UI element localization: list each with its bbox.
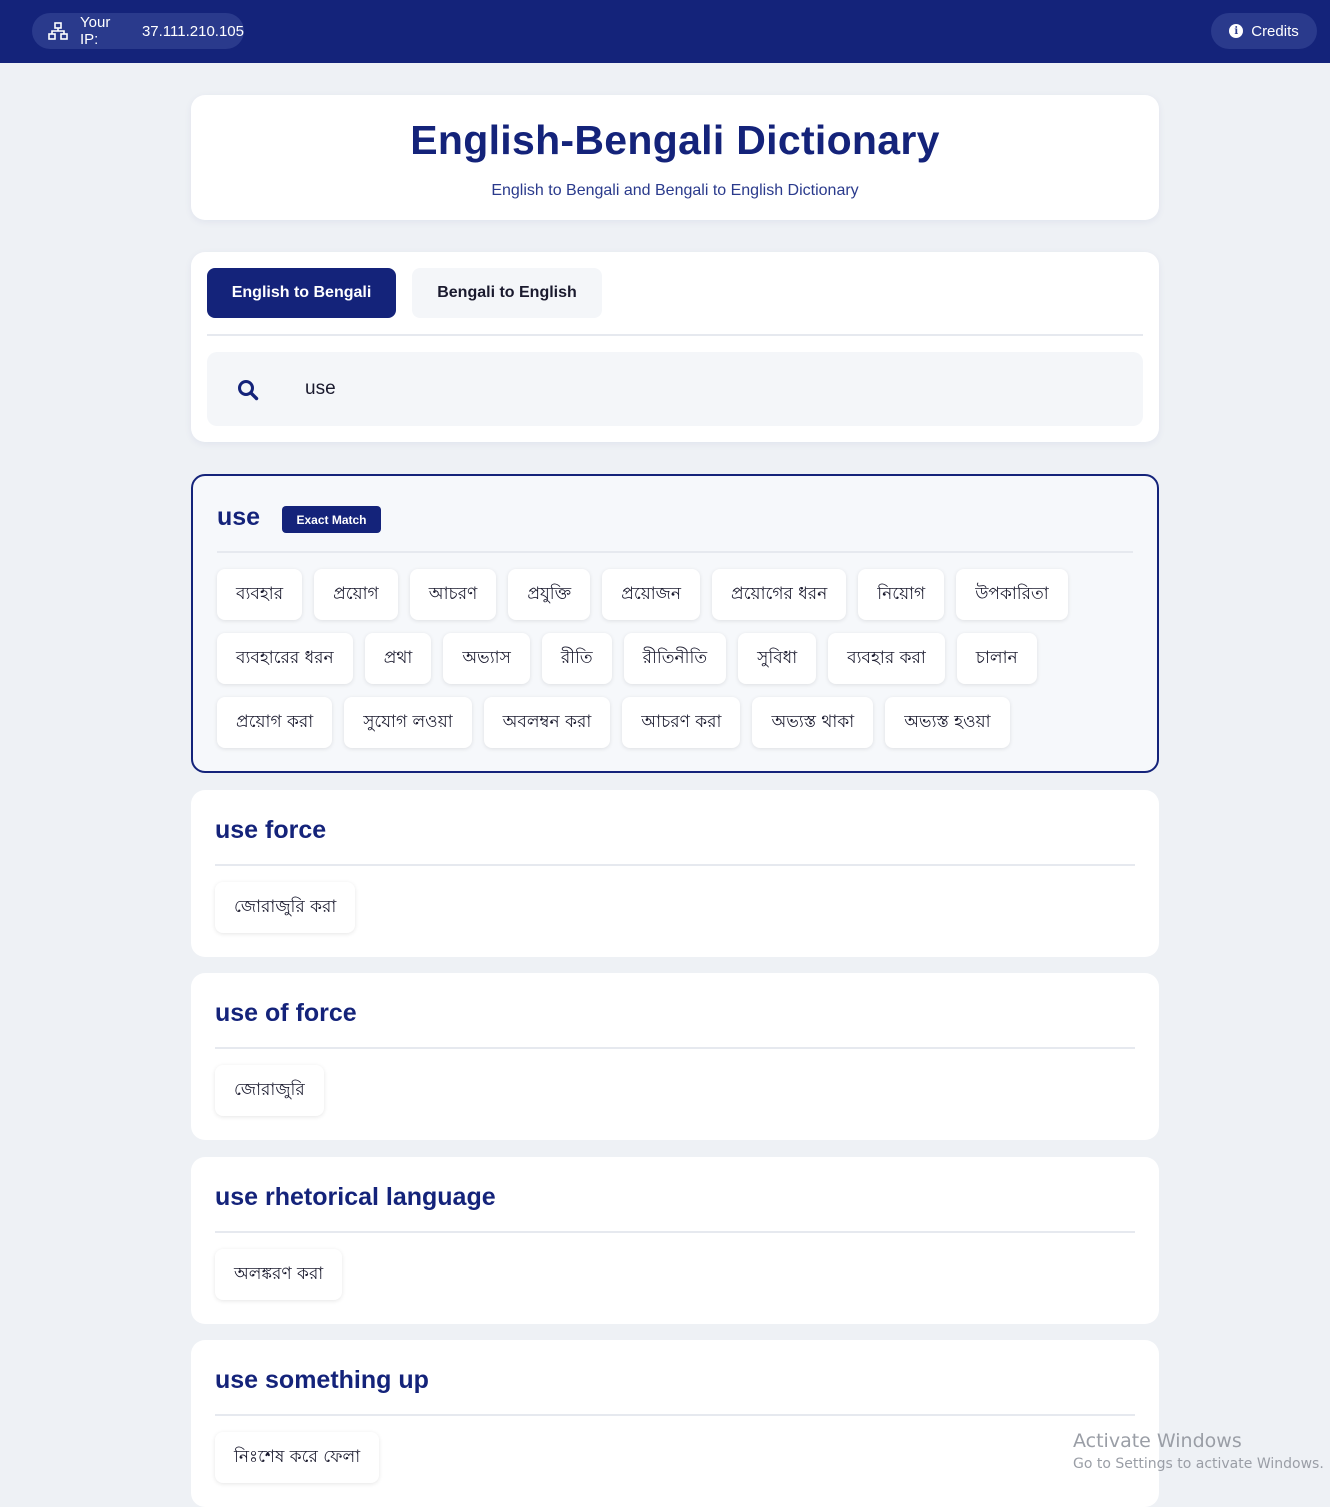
result-word: use rhetorical language (215, 1183, 496, 1211)
exact-match-result: use Exact Match ব্যবহার প্রয়োগ আচরণ প্রযুক… (191, 474, 1159, 773)
meaning-chip[interactable]: নিঃশেষ করে ফেলা (215, 1432, 380, 1483)
credits-label: Credits (1251, 22, 1299, 40)
meaning-chip[interactable]: অভ্যাস (443, 633, 530, 684)
meaning-list: জোরাজুরি করা (215, 882, 1135, 933)
meaning-chip[interactable]: সুযোগ লওয়া (344, 697, 472, 748)
ip-value: 37.111.210.105 (141, 22, 244, 40)
credits-button[interactable]: i Credits (1211, 13, 1317, 49)
tab-bengali-to-english[interactable]: Bengali to English (412, 268, 602, 318)
meaning-chip[interactable]: ব্যবহার (217, 569, 303, 620)
meaning-chip[interactable]: অভ্যস্ত হওয়া (885, 697, 1010, 748)
result-word: use force (215, 816, 327, 844)
meaning-chip[interactable]: প্রয়োগের ধরন (712, 569, 847, 620)
exact-match-badge: Exact Match (282, 506, 381, 533)
meaning-chip[interactable]: ব্যবহারের ধরন (217, 633, 353, 684)
related-result: use force জোরাজুরি করা (191, 790, 1159, 957)
meaning-list: জোরাজুরি (215, 1065, 1135, 1116)
result-word: use of force (215, 999, 357, 1027)
tab-english-to-bengali[interactable]: English to Bengali (207, 268, 396, 318)
result-word: use (217, 503, 261, 531)
meaning-chip[interactable]: সুবিধা (738, 633, 817, 684)
meaning-chip[interactable]: জোরাজুরি (215, 1065, 324, 1116)
search-icon (237, 379, 259, 401)
related-result: use rhetorical language অলঙ্করণ করা (191, 1157, 1159, 1324)
result-divider (215, 1047, 1135, 1049)
ip-label: Your IP: (80, 14, 111, 48)
meaning-chip[interactable]: অবলম্বন করা (483, 697, 611, 748)
related-result: use something up নিঃশেষ করে ফেলা (191, 1340, 1159, 1507)
search-panel: English to Bengali Bengali to English (191, 252, 1159, 442)
meaning-chip[interactable]: প্রথা (364, 633, 432, 684)
search-input[interactable] (305, 372, 1105, 406)
meaning-list: নিঃশেষ করে ফেলা (215, 1432, 1135, 1483)
meaning-chip[interactable]: চালান (956, 633, 1037, 684)
result-divider (215, 1414, 1135, 1416)
result-word: use something up (215, 1366, 429, 1394)
related-result: use of force জোরাজুরি (191, 973, 1159, 1140)
top-bar: Your IP: 37.111.210.105 i Credits (0, 0, 1330, 63)
tab-divider (207, 334, 1143, 336)
meaning-chip[interactable]: রীতি (541, 633, 612, 684)
meaning-chip[interactable]: উপকারিতা (956, 569, 1068, 620)
meaning-chip[interactable]: নিয়োগ (858, 569, 945, 620)
meaning-chip[interactable]: অলঙ্করণ করা (215, 1249, 343, 1300)
meaning-list: ব্যবহার প্রয়োগ আচরণ প্রযুক্তি প্রয়োজন প্রয়… (217, 569, 1133, 748)
meaning-chip[interactable]: আচরণ করা (622, 697, 741, 748)
meaning-chip[interactable]: ব্যবহার করা (828, 633, 945, 684)
meaning-chip[interactable]: প্রয়োগ (314, 569, 398, 620)
meaning-list: অলঙ্করণ করা (215, 1249, 1135, 1300)
meaning-chip[interactable]: আচরণ (409, 569, 497, 620)
meaning-chip[interactable]: প্রয়োগ করা (217, 697, 333, 748)
search-box[interactable] (207, 352, 1143, 426)
meaning-chip[interactable]: প্রয়োজন (602, 569, 701, 620)
network-icon (48, 22, 68, 40)
meaning-chip[interactable]: অভ্যস্ত থাকা (752, 697, 874, 748)
result-divider (217, 551, 1133, 553)
ip-indicator: Your IP: 37.111.210.105 (32, 13, 244, 49)
header-card: English-Bengali Dictionary English to Be… (191, 95, 1159, 220)
result-divider (215, 1231, 1135, 1233)
meaning-chip[interactable]: জোরাজুরি করা (215, 882, 356, 933)
page-title: English-Bengali Dictionary (410, 117, 940, 163)
result-divider (215, 864, 1135, 866)
meaning-chip[interactable]: প্রযুক্তি (508, 569, 591, 620)
meaning-chip[interactable]: রীতিনীতি (623, 633, 727, 684)
info-icon: i (1229, 24, 1244, 38)
page-subtitle: English to Bengali and Bengali to Englis… (491, 182, 859, 199)
